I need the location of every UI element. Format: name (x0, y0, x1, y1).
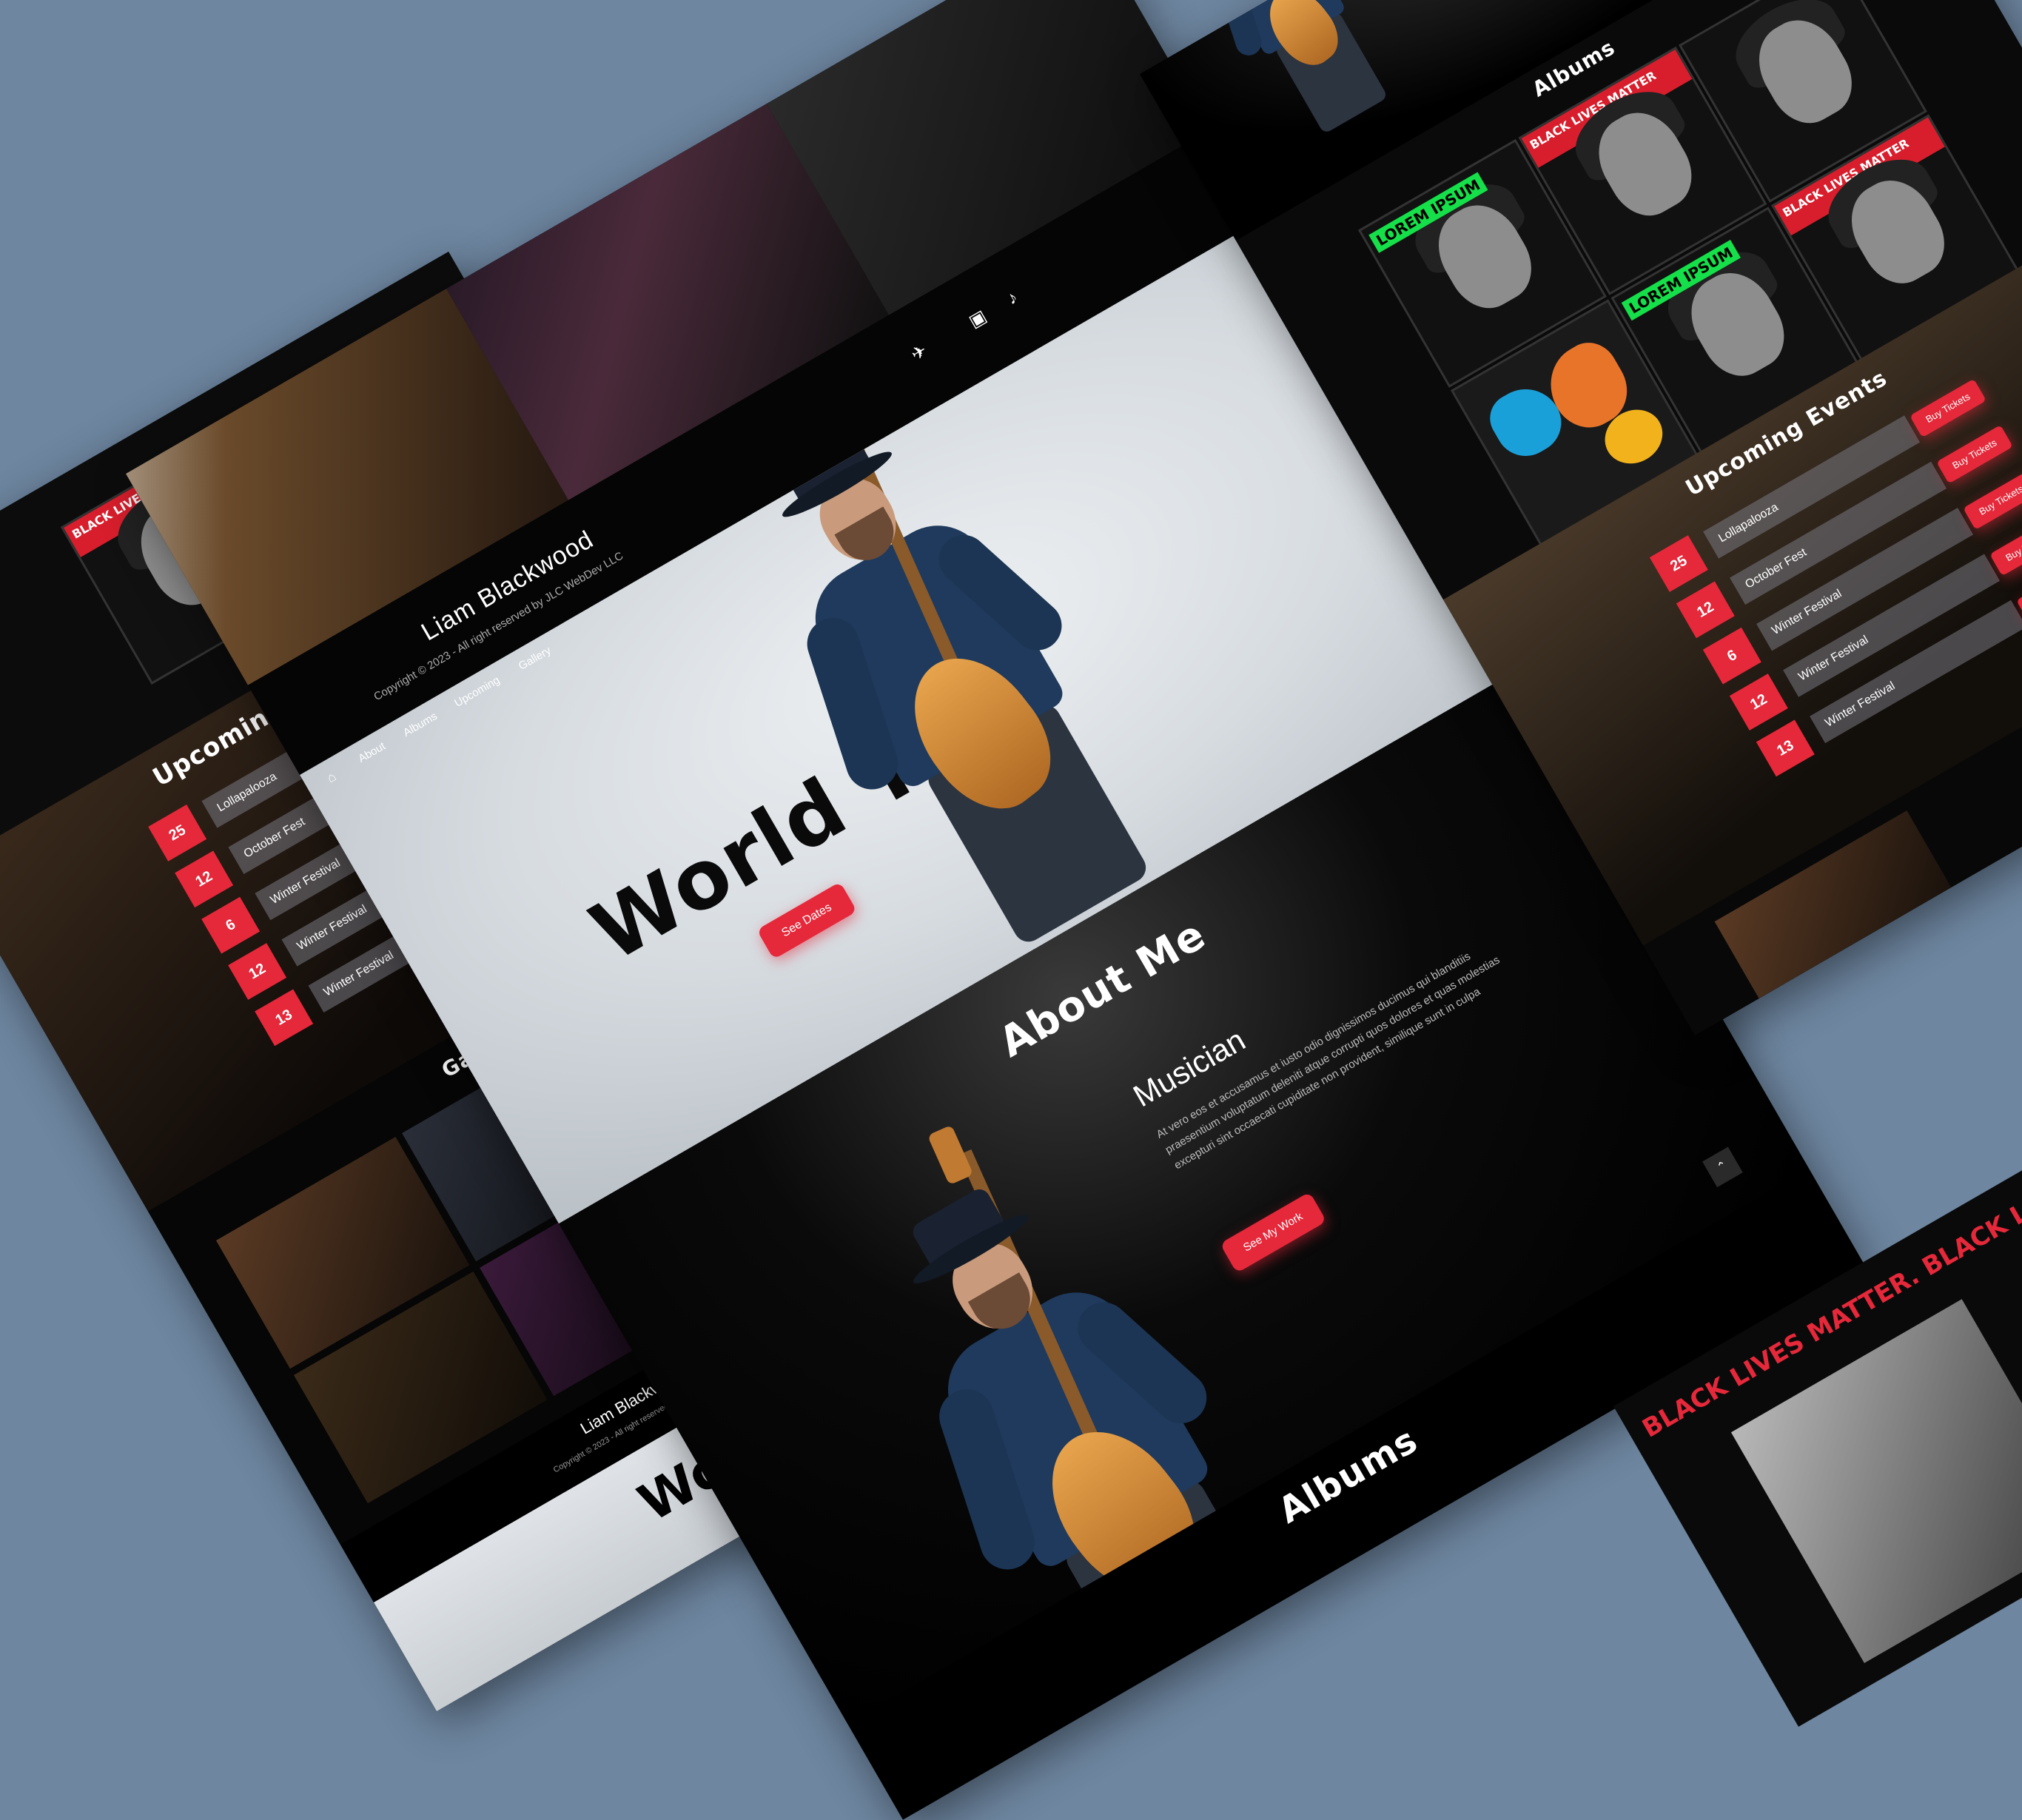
event-date: 13 (1756, 719, 1815, 777)
event-date: 6 (201, 896, 261, 954)
scroll-top-button[interactable]: ⌃ (1702, 1146, 1743, 1188)
buy-tickets-button[interactable]: Buy Tickets (1936, 425, 2013, 484)
event-date: 12 (175, 850, 234, 908)
see-my-work-button[interactable]: See My Work (1220, 1192, 1327, 1274)
nav-about[interactable]: About (356, 740, 387, 765)
event-date: 13 (255, 989, 314, 1047)
youtube-icon[interactable]: ▣ (965, 306, 990, 332)
buy-tickets-button[interactable]: Buy Tickets (1910, 378, 1986, 438)
event-date: 12 (1676, 581, 1735, 639)
right-guitarist-photo (1150, 0, 1425, 158)
event-date: 6 (1702, 627, 1761, 685)
buy-tickets-button[interactable]: Buy Tickets (1963, 471, 2022, 530)
twitter-icon[interactable]: ✈ (907, 340, 931, 366)
nav-gallery[interactable]: Gallery (517, 644, 554, 672)
event-date: 25 (1649, 535, 1708, 592)
home-icon[interactable]: ⌂ (324, 769, 339, 787)
tiktok-icon[interactable]: ♪ (1004, 287, 1021, 309)
nav-albums[interactable]: Albums (401, 710, 440, 739)
event-date: 25 (148, 805, 207, 862)
event-date: 12 (228, 943, 287, 1000)
event-date: 12 (1729, 674, 1788, 731)
